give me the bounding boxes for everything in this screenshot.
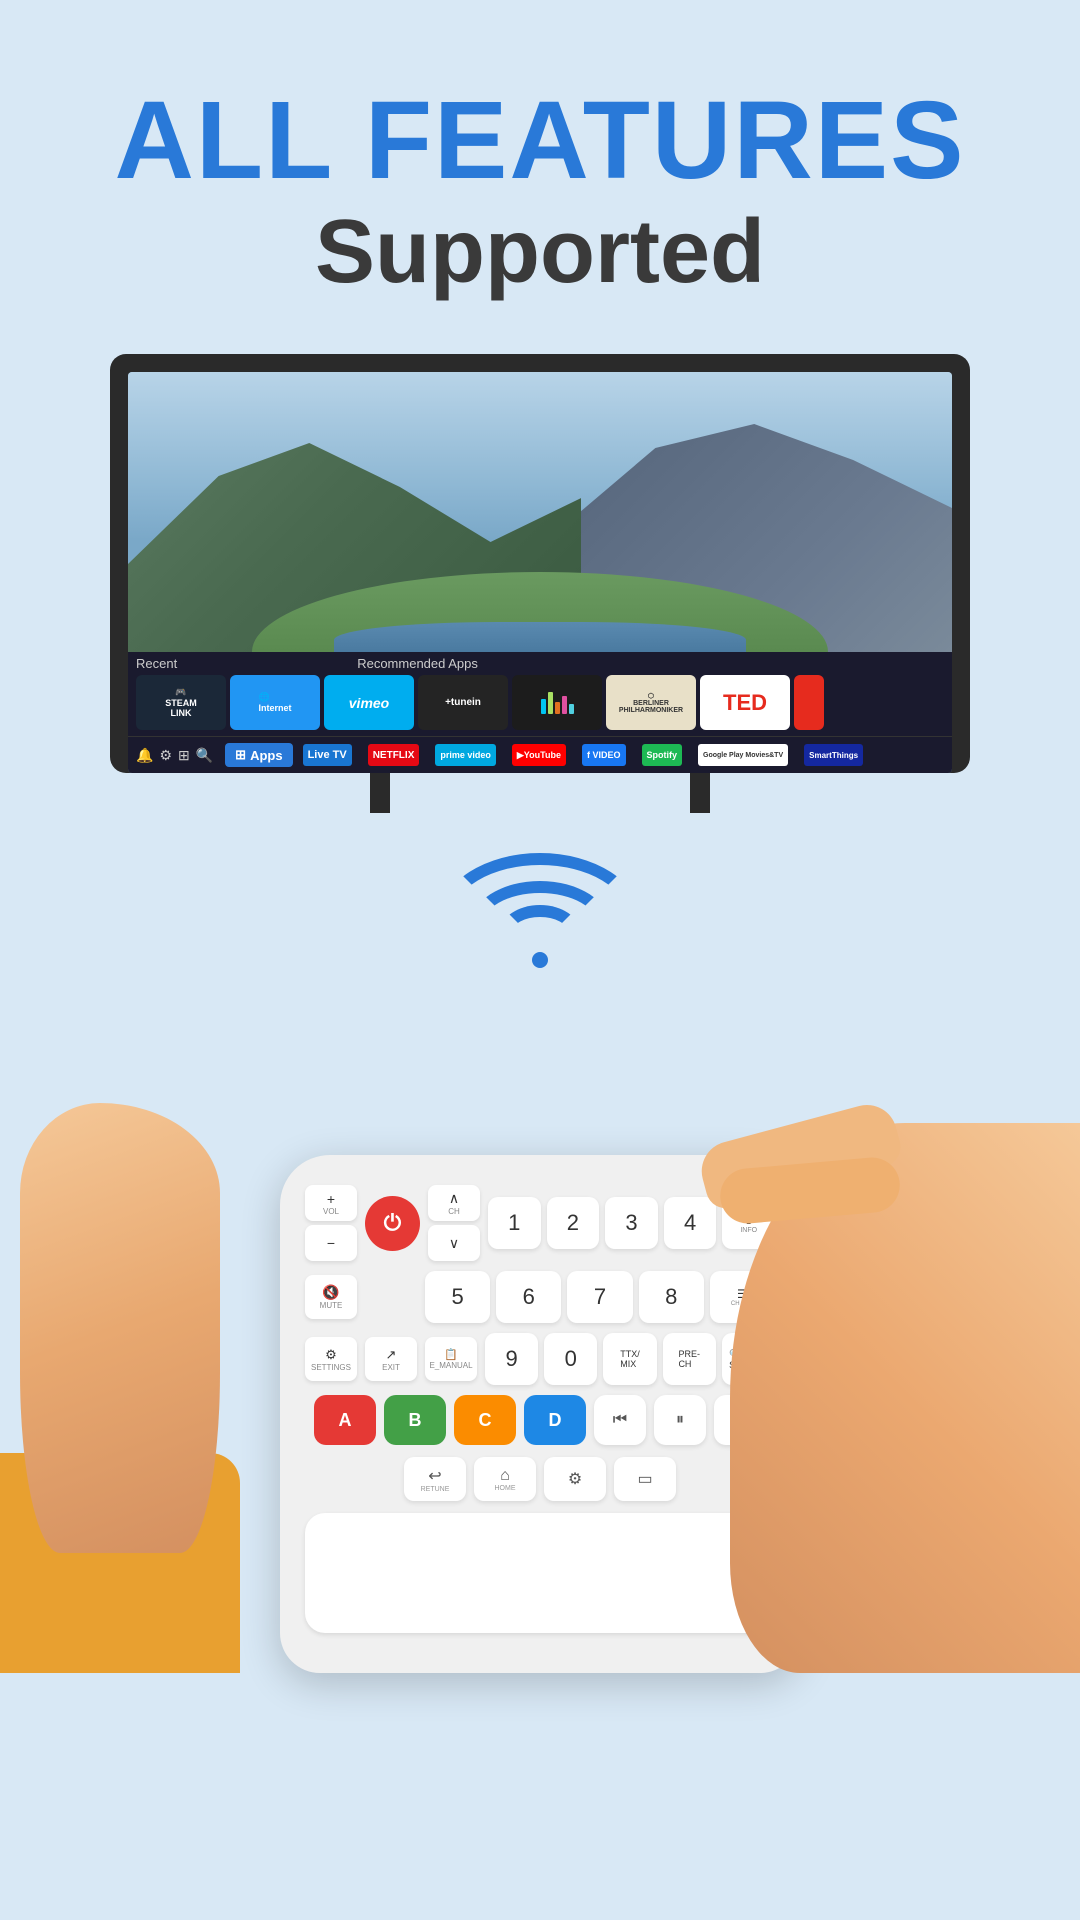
remote-top-row: + VOL − ⏻ ∧ CH ∨ 1: [305, 1185, 775, 1261]
tv-nav-prime[interactable]: prime video: [429, 741, 502, 769]
section-recommended: Recommended Apps: [357, 656, 478, 671]
num-prech[interactable]: PRE-CH: [663, 1333, 716, 1385]
app-internet[interactable]: 🌐Internet: [230, 675, 320, 730]
num-4[interactable]: 4: [664, 1197, 717, 1249]
color-btn-b[interactable]: B: [384, 1395, 446, 1445]
settings-nav-button[interactable]: ⚙: [544, 1457, 606, 1501]
tv-nav-netflix[interactable]: NETFLIX: [362, 741, 426, 769]
app-vimeo[interactable]: vimeo: [324, 675, 414, 730]
wifi-dot: [532, 952, 548, 968]
remote-touchpad[interactable]: [305, 1513, 775, 1633]
num-ttx[interactable]: TTX/MIX: [603, 1333, 656, 1385]
stand-leg-right: [690, 773, 710, 813]
apps-label: Apps: [250, 748, 283, 763]
tv-nav-apps-button[interactable]: ⊞ Apps: [225, 743, 292, 767]
tv-body: Recent Recommended Apps 🎮STEAMLINK 🌐Inte…: [110, 354, 970, 773]
numpad-row2: 5 6 7 8 ☰CH LIST: [425, 1271, 775, 1323]
tv-nav-bar: 🔔⚙⊞🔍 ⊞ Apps Live TV NETFLIX prime video: [128, 736, 952, 773]
tv-stand: [110, 773, 970, 813]
tv-section-labels: Recent Recommended Apps: [136, 656, 944, 671]
color-btn-c[interactable]: C: [454, 1395, 516, 1445]
play-pause-button[interactable]: ⏸: [654, 1395, 706, 1445]
app-tunein[interactable]: +tunein: [418, 675, 508, 730]
remote-control: + VOL − ⏻ ∧ CH ∨ 1: [280, 1155, 800, 1673]
tv-display-wrapper: Recent Recommended Apps 🎮STEAMLINK 🌐Inte…: [0, 354, 1080, 813]
tv-nav-livetv[interactable]: Live TV: [297, 741, 358, 769]
tv-nav-samsung[interactable]: SmartThings: [798, 741, 869, 769]
remote-mid-row: 🔇 MUTE 5 6 7 8 ☰CH LIST: [305, 1271, 775, 1323]
num-1[interactable]: 1: [488, 1197, 541, 1249]
hand-right-wrapper: [730, 1023, 1080, 1673]
app-ted[interactable]: TED: [700, 675, 790, 730]
hand-left-wrapper: [0, 1073, 240, 1673]
num-6[interactable]: 6: [496, 1271, 561, 1323]
emanual-button[interactable]: 📋 E_MANUAL: [425, 1337, 477, 1381]
mute-button[interactable]: 🔇 MUTE: [305, 1275, 357, 1319]
remote-settings-row: ⚙ SETTINGS ↗ EXIT 📋 E_MANUAL 9 0 TTX/MIX…: [305, 1333, 775, 1385]
ch-up-button[interactable]: ∧ CH: [428, 1185, 480, 1221]
num-9[interactable]: 9: [485, 1333, 538, 1385]
vol-group: + VOL −: [305, 1185, 357, 1261]
tv-nav-spotify[interactable]: Spotify: [636, 741, 689, 769]
settings-button[interactable]: ⚙ SETTINGS: [305, 1337, 357, 1381]
color-media-row: A B C D ⏮ ⏸ ⏭: [305, 1395, 775, 1445]
color-btn-a[interactable]: A: [314, 1395, 376, 1445]
page-title-line2: Supported: [0, 201, 1080, 304]
tv-landscape: [128, 372, 952, 652]
tv-nav-google[interactable]: Google Play Movies&TV: [692, 741, 794, 769]
tv-nav-youtube[interactable]: ▶YouTube: [506, 741, 572, 769]
ch-group: ∧ CH ∨: [428, 1185, 480, 1261]
num-5[interactable]: 5: [425, 1271, 490, 1323]
remote-area: + VOL − ⏻ ∧ CH ∨ 1: [0, 993, 1080, 1673]
tv-frame: Recent Recommended Apps 🎮STEAMLINK 🌐Inte…: [110, 354, 970, 813]
nav-row: ↩ RETUNE ⌂ HOME ⚙ ▭: [305, 1457, 775, 1501]
app-berliner[interactable]: ⬡BERLINERPHILHARMONIKER: [606, 675, 696, 730]
num-7[interactable]: 7: [567, 1271, 632, 1323]
hand-left: [20, 1103, 220, 1553]
ch-down-button[interactable]: ∨: [428, 1225, 480, 1261]
screen-button[interactable]: ▭: [614, 1457, 676, 1501]
home-button[interactable]: ⌂ HOME: [474, 1457, 536, 1501]
wifi-icon: [440, 853, 640, 973]
exit-button[interactable]: ↗ EXIT: [365, 1337, 417, 1381]
tv-nav-fbvideo[interactable]: f VIDEO: [576, 741, 632, 769]
water-body: [334, 622, 746, 652]
stand-leg-left: [370, 773, 390, 813]
tv-screen: Recent Recommended Apps 🎮STEAMLINK 🌐Inte…: [128, 372, 952, 773]
color-btn-d[interactable]: D: [524, 1395, 586, 1445]
tv-app-row: 🎮STEAMLINK 🌐Internet vimeo +tunein: [136, 675, 944, 730]
vol-down-button[interactable]: −: [305, 1225, 357, 1261]
app-steam[interactable]: 🎮STEAMLINK: [136, 675, 226, 730]
num-3[interactable]: 3: [605, 1197, 658, 1249]
wifi-signal: [0, 853, 1080, 973]
app-deezer[interactable]: [512, 675, 602, 730]
num-8[interactable]: 8: [639, 1271, 704, 1323]
power-button[interactable]: ⏻: [365, 1196, 420, 1251]
num-0[interactable]: 0: [544, 1333, 597, 1385]
tv-apps-section: Recent Recommended Apps 🎮STEAMLINK 🌐Inte…: [128, 652, 952, 736]
retune-button[interactable]: ↩ RETUNE: [404, 1457, 466, 1501]
vol-up-button[interactable]: + VOL: [305, 1185, 357, 1221]
rewind-button[interactable]: ⏮: [594, 1395, 646, 1445]
app-extra[interactable]: [794, 675, 824, 730]
page-title-line1: ALL FEATURES: [0, 80, 1080, 201]
section-recent: Recent: [136, 656, 177, 671]
num-2[interactable]: 2: [547, 1197, 600, 1249]
header-section: ALL FEATURES Supported: [0, 0, 1080, 304]
tv-nav-icons: 🔔⚙⊞🔍: [136, 747, 213, 764]
